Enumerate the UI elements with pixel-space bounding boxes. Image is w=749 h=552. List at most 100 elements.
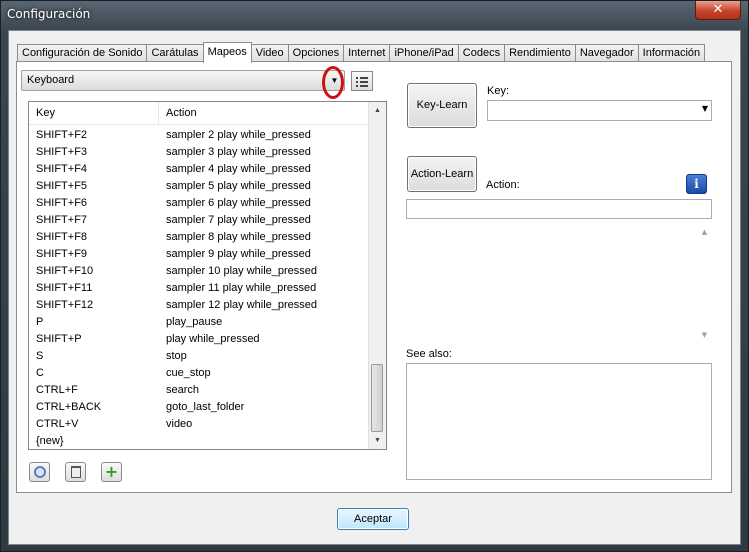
row-action: sampler 12 play while_pressed bbox=[166, 299, 318, 311]
table-row[interactable]: SHIFT+F11 sampler 11 play while_pressed bbox=[29, 280, 369, 297]
row-action: sampler 4 play while_pressed bbox=[166, 163, 311, 175]
scroll-down-icon[interactable]: ▼ bbox=[697, 331, 712, 339]
row-action: play while_pressed bbox=[166, 333, 260, 345]
row-action: sampler 3 play while_pressed bbox=[166, 146, 311, 158]
accept-button[interactable]: Aceptar bbox=[337, 508, 409, 530]
row-action: search bbox=[166, 384, 200, 396]
tab-video[interactable]: Video bbox=[250, 44, 289, 62]
delete-button[interactable] bbox=[65, 462, 86, 482]
row-action: stop bbox=[166, 350, 187, 362]
table-row[interactable]: CTRL+F search bbox=[29, 382, 369, 399]
table-row[interactable]: SHIFT+F4 sampler 4 play while_pressed bbox=[29, 161, 369, 178]
row-key: SHIFT+F11 bbox=[36, 282, 93, 294]
row-action: sampler 6 play while_pressed bbox=[166, 197, 311, 209]
row-key: SHIFT+F2 bbox=[36, 129, 88, 141]
row-key: SHIFT+F6 bbox=[36, 197, 88, 209]
reset-button[interactable] bbox=[29, 462, 50, 482]
row-key: SHIFT+P bbox=[36, 333, 82, 345]
tab-codecs[interactable]: Codecs bbox=[457, 44, 506, 62]
table-row[interactable]: SHIFT+F9 sampler 9 play while_pressed bbox=[29, 246, 369, 263]
plus-icon: + bbox=[104, 462, 119, 481]
tab-navegador[interactable]: Navegador bbox=[574, 44, 639, 62]
row-action: sampler 11 play while_pressed bbox=[166, 282, 317, 294]
row-key: SHIFT+F8 bbox=[36, 231, 88, 243]
mapping-type-select[interactable]: Keyboard ▼ bbox=[21, 70, 345, 91]
tab-información[interactable]: Información bbox=[637, 44, 706, 62]
tab-internet[interactable]: Internet bbox=[343, 44, 391, 62]
scroll-thumb[interactable] bbox=[371, 364, 383, 432]
key-label: Key: bbox=[487, 85, 510, 97]
row-key: CTRL+V bbox=[36, 418, 79, 430]
table-row[interactable]: SHIFT+F5 sampler 5 play while_pressed bbox=[29, 178, 369, 195]
row-key: SHIFT+F5 bbox=[36, 180, 88, 192]
action-learn-button[interactable]: Action-Learn bbox=[407, 156, 477, 192]
list-view-button[interactable] bbox=[351, 71, 373, 91]
row-action: sampler 5 play while_pressed bbox=[166, 180, 311, 192]
row-action: play_pause bbox=[166, 316, 223, 328]
table-row[interactable]: SHIFT+F12 sampler 12 play while_pressed bbox=[29, 297, 369, 314]
table-row[interactable]: CTRL+BACK goto_last_folder bbox=[29, 399, 369, 416]
row-action: sampler 2 play while_pressed bbox=[166, 129, 311, 141]
tab-configuración-de-sonido[interactable]: Configuración de Sonido bbox=[17, 44, 148, 62]
key-select[interactable]: ▼ bbox=[487, 100, 712, 121]
row-key: CTRL+BACK bbox=[36, 401, 102, 413]
table-row[interactable]: SHIFT+F2 sampler 2 play while_pressed bbox=[29, 127, 369, 144]
info-icon[interactable]: i bbox=[686, 174, 707, 194]
tab-strip: Configuración de Sonido Carátulas Mapeos Vi… bbox=[17, 42, 706, 63]
chevron-down-icon[interactable]: ▼ bbox=[702, 104, 708, 113]
table-row[interactable]: SHIFT+F8 sampler 8 play while_pressed bbox=[29, 229, 369, 246]
title-bar[interactable]: Configuración ✕ bbox=[1, 1, 748, 29]
table-row[interactable]: Pplay_pause bbox=[29, 314, 369, 331]
tab-iphone-ipad[interactable]: iPhone/iPad bbox=[389, 44, 459, 62]
column-header-action[interactable]: Action bbox=[166, 107, 197, 119]
row-action: sampler 7 play while_pressed bbox=[166, 214, 311, 226]
tab-carátulas[interactable]: Carátulas bbox=[146, 44, 204, 62]
row-action: video bbox=[166, 418, 193, 430]
tab-opciones[interactable]: Opciones bbox=[287, 44, 345, 62]
scroll-up-icon[interactable]: ▲ bbox=[697, 228, 712, 236]
scroll-up-icon[interactable]: ▲ bbox=[369, 102, 386, 119]
see-also-label: See also: bbox=[406, 348, 452, 360]
action-label: Action: bbox=[486, 179, 520, 191]
mapping-type-value: Keyboard bbox=[27, 74, 75, 86]
row-key: SHIFT+F3 bbox=[36, 146, 88, 158]
add-button[interactable]: + bbox=[101, 462, 122, 482]
window-title: Configuración bbox=[7, 7, 91, 21]
close-button[interactable]: ✕ bbox=[695, 1, 741, 20]
row-key: SHIFT+F9 bbox=[36, 248, 88, 260]
highlight-circle-annotation bbox=[322, 66, 344, 99]
list-rows: SHIFT+F2 sampler 2 play while_pressed SHIF… bbox=[29, 127, 369, 449]
row-key: S bbox=[36, 350, 44, 362]
table-row[interactable]: SHIFT+F7 sampler 7 play while_pressed bbox=[29, 212, 369, 229]
see-also-box[interactable] bbox=[406, 363, 712, 480]
row-action: goto_last_folder bbox=[166, 401, 245, 413]
column-header-key[interactable]: Key bbox=[36, 107, 55, 119]
column-divider[interactable] bbox=[158, 102, 159, 124]
row-key: SHIFT+F4 bbox=[36, 163, 88, 175]
list-header: Key Action bbox=[29, 102, 369, 125]
description-scrollbar[interactable]: ▲ ▼ bbox=[697, 224, 712, 341]
table-row[interactable]: SHIFT+P play while_pressed bbox=[29, 331, 369, 348]
table-row[interactable]: Ccue_stop bbox=[29, 365, 369, 382]
table-row[interactable]: SHIFT+F3 sampler 3 play while_pressed bbox=[29, 144, 369, 161]
row-action: cue_stop bbox=[166, 367, 211, 379]
table-row[interactable]: SHIFT+F10 sampler 10 play while_pressed bbox=[29, 263, 369, 280]
row-action: sampler 8 play while_pressed bbox=[166, 231, 311, 243]
trash-icon bbox=[70, 466, 81, 478]
mapping-list[interactable]: Key Action SHIFT+F2 sampler 2 play while_… bbox=[28, 101, 387, 450]
list-scrollbar[interactable]: ▲ ▼ bbox=[368, 102, 386, 449]
row-action: sampler 10 play while_pressed bbox=[166, 265, 318, 277]
row-key: P bbox=[36, 316, 44, 328]
key-learn-button[interactable]: Key-Learn bbox=[407, 83, 477, 128]
row-key: C bbox=[36, 367, 44, 379]
table-row[interactable]: SHIFT+F6 sampler 6 play while_pressed bbox=[29, 195, 369, 212]
tab-rendimiento[interactable]: Rendimiento bbox=[504, 44, 576, 62]
configuration-window: Configuración ✕ Configuración de Sonido C… bbox=[0, 0, 749, 552]
action-field[interactable] bbox=[406, 199, 712, 219]
scroll-down-icon[interactable]: ▼ bbox=[369, 432, 386, 449]
table-row[interactable]: Sstop bbox=[29, 348, 369, 365]
row-key: SHIFT+F10 bbox=[36, 265, 94, 277]
tab-mapeos[interactable]: Mapeos bbox=[202, 42, 252, 63]
table-row[interactable]: CTRL+V video bbox=[29, 416, 369, 433]
table-row[interactable]: {new} bbox=[29, 433, 369, 449]
